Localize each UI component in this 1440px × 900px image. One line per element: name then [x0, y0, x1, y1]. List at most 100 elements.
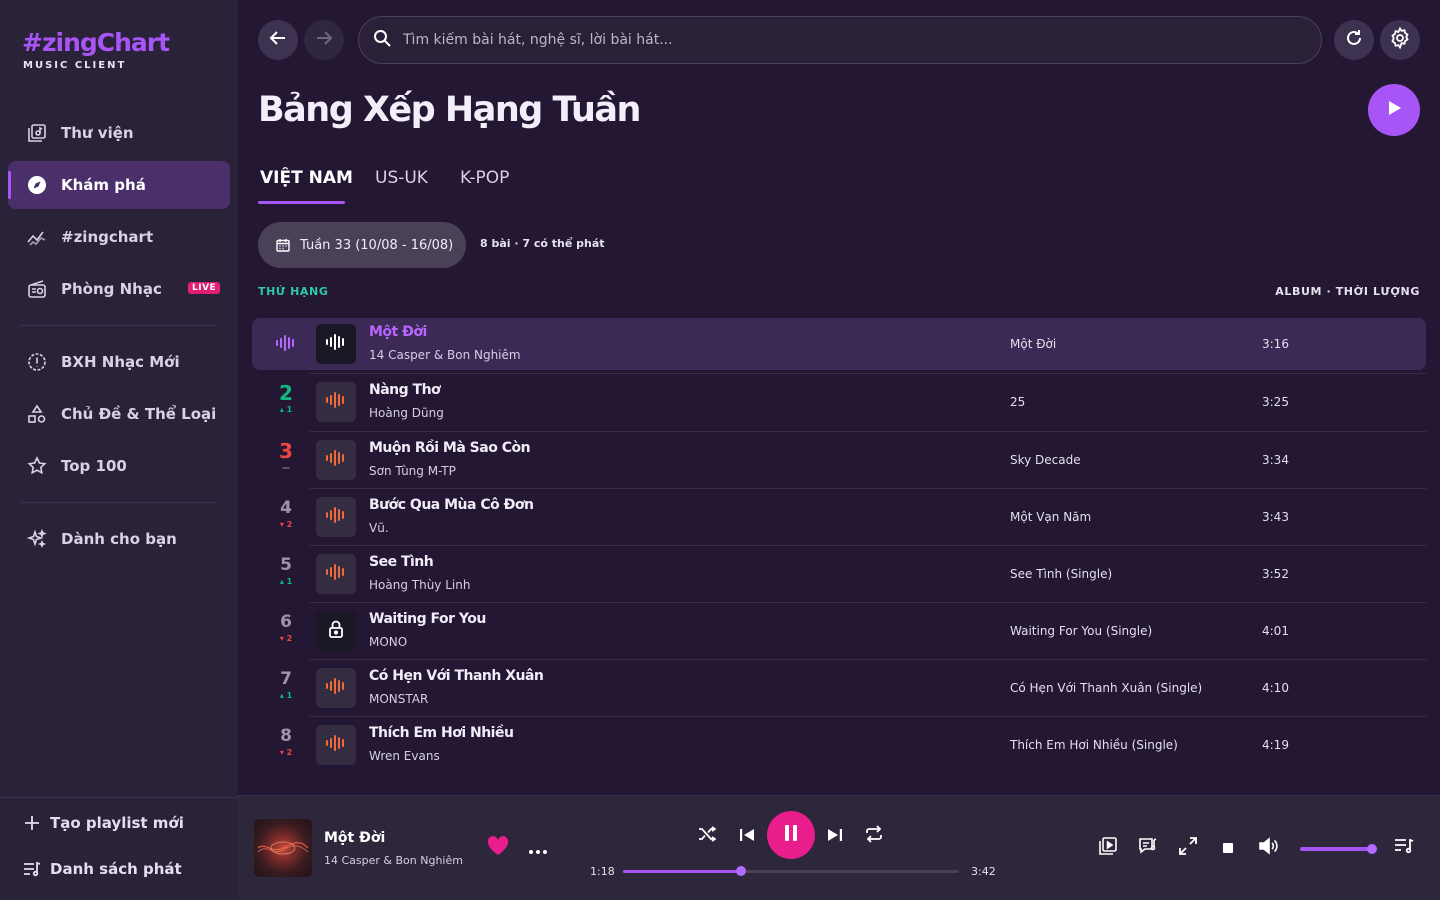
back-button[interactable]: [258, 20, 298, 60]
song-title[interactable]: Bước Qua Mùa Cô Đơn: [369, 497, 534, 513]
forward-button[interactable]: [304, 20, 344, 60]
song-artist[interactable]: MONO: [369, 635, 407, 649]
song-artist[interactable]: Wren Evans: [369, 749, 440, 763]
rank-number: 4: [280, 498, 292, 518]
sidebar-item-for-you[interactable]: Dành cho bạn: [8, 515, 230, 563]
song-row[interactable]: Một Đời 14 Casper & Bon Nghiêm Một Đời 3:16: [252, 318, 1426, 370]
song-thumbnail[interactable]: [316, 440, 356, 480]
volume-slider[interactable]: [1300, 844, 1378, 854]
tab-kpop[interactable]: K-POP: [460, 168, 509, 188]
song-title[interactable]: Thích Em Hơi Nhiều: [369, 725, 514, 741]
song-thumbnail[interactable]: [316, 554, 356, 594]
repeat-button[interactable]: [862, 824, 886, 848]
mv-button[interactable]: [1096, 836, 1120, 860]
song-album[interactable]: Có Hẹn Với Thanh Xuân (Single): [1010, 681, 1202, 695]
sidebar-item-library[interactable]: Thư viện: [8, 109, 230, 157]
week-selector[interactable]: Tuần 33 (10/08 - 16/08): [258, 222, 466, 268]
song-title[interactable]: Muộn Rồi Mà Sao Còn: [369, 440, 531, 456]
sidebar-item-new-chart[interactable]: BXH Nhạc Mới: [8, 338, 230, 386]
now-playing-title[interactable]: Một Đời: [324, 830, 385, 846]
song-album[interactable]: Một Vạn Năm: [1010, 510, 1091, 524]
lyrics-icon: [1138, 836, 1158, 860]
equalizer-icon: [326, 333, 346, 355]
song-artist[interactable]: Vũ.: [369, 521, 389, 535]
song-album[interactable]: 25: [1010, 395, 1025, 409]
lyrics-button[interactable]: [1136, 836, 1160, 860]
song-row[interactable]: 6 ▾ 2 Waiting For You MONO Waiting For You (…: [252, 605, 1426, 657]
sidebar-item-discover[interactable]: Khám phá: [8, 161, 230, 209]
refresh-button[interactable]: [1334, 20, 1374, 60]
song-thumbnail[interactable]: [316, 725, 356, 765]
song-artist[interactable]: 14 Casper & Bon Nghiêm: [369, 348, 521, 362]
pause-button[interactable]: [767, 811, 815, 859]
tab-vietnam[interactable]: VIỆT NAM: [260, 168, 353, 188]
sidebar-item-radio[interactable]: Phòng Nhạc LIVE: [8, 265, 230, 313]
audio-wave-icon: [326, 734, 346, 756]
volume-icon: [1258, 837, 1278, 859]
more-button[interactable]: [526, 836, 550, 860]
search-icon: [373, 29, 391, 51]
settings-button[interactable]: [1380, 20, 1420, 60]
sidebar-divider: [20, 502, 218, 503]
shuffle-button[interactable]: [695, 824, 719, 848]
song-duration: 4:19: [1262, 738, 1289, 752]
song-album[interactable]: Sky Decade: [1010, 453, 1081, 467]
like-button[interactable]: [486, 836, 510, 860]
song-row[interactable]: 8 ▾ 2 Thích Em Hơi Nhiều Wren Evans Thích Em…: [252, 719, 1426, 771]
song-title[interactable]: Waiting For You: [369, 611, 486, 627]
queue-button[interactable]: [1392, 836, 1416, 860]
stop-button[interactable]: [1216, 836, 1240, 860]
fullscreen-button[interactable]: [1176, 836, 1200, 860]
song-album[interactable]: Thích Em Hơi Nhiều (Single): [1010, 738, 1178, 752]
logo[interactable]: #zingChart MUSIC CLIENT: [22, 28, 170, 71]
search-bar[interactable]: [358, 16, 1322, 64]
song-title[interactable]: Có Hẹn Với Thanh Xuân: [369, 668, 544, 684]
rank: 3—: [274, 440, 298, 474]
song-thumbnail[interactable]: [316, 382, 356, 422]
song-album[interactable]: Một Đời: [1010, 337, 1056, 351]
audio-wave-icon: [326, 391, 346, 413]
song-title[interactable]: Một Đời: [369, 324, 427, 340]
song-row[interactable]: 4 ▾ 2 Bước Qua Mùa Cô Đơn Vũ. Một Vạn Năm 3:4…: [252, 491, 1426, 543]
playlist-button[interactable]: Danh sách phát: [22, 858, 182, 880]
previous-button[interactable]: [735, 824, 759, 848]
rank-number: 7: [280, 669, 292, 689]
song-duration: 3:25: [1262, 395, 1289, 409]
volume-handle[interactable]: [1367, 844, 1378, 854]
song-thumbnail[interactable]: [316, 611, 356, 651]
now-playing-cover[interactable]: [254, 819, 312, 877]
now-playing-artist[interactable]: 14 Casper & Bon Nghiêm: [324, 854, 463, 867]
song-thumbnail[interactable]: [316, 324, 356, 364]
tab-indicator: [258, 201, 345, 204]
player-bar: Một Đời 14 Casper & Bon Nghiêm 1:18 3:42: [238, 795, 1440, 900]
song-title[interactable]: Nàng Thơ: [369, 382, 441, 398]
play-icon: [1384, 98, 1404, 122]
sidebar-item-top100[interactable]: Top 100: [8, 442, 230, 490]
next-button[interactable]: [823, 824, 847, 848]
song-thumbnail[interactable]: [316, 668, 356, 708]
song-row[interactable]: 2 ▴ 1 Nàng Thơ Hoàng Dũng 25 3:25: [252, 376, 1426, 428]
song-artist[interactable]: Sơn Tùng M-TP: [369, 464, 456, 478]
song-album[interactable]: See Tình (Single): [1010, 567, 1112, 581]
song-thumbnail[interactable]: [316, 497, 356, 537]
song-artist[interactable]: Hoàng Dũng: [369, 406, 444, 420]
elapsed-time: 1:18: [590, 865, 615, 878]
tab-us-uk[interactable]: US-UK: [375, 168, 428, 188]
sidebar-item-zingchart[interactable]: #zingchart: [8, 213, 230, 261]
song-artist[interactable]: Hoàng Thùy Linh: [369, 578, 470, 592]
sidebar-item-genres[interactable]: Chủ Đề & Thể Loại: [8, 390, 230, 438]
song-title[interactable]: See Tình: [369, 554, 434, 570]
song-row[interactable]: 3— Muộn Rồi Mà Sao Còn Sơn Tùng M-TP Sky De…: [252, 434, 1426, 486]
song-artist[interactable]: MONSTAR: [369, 692, 428, 706]
progress-handle[interactable]: [735, 866, 746, 876]
rank-number: 2: [279, 381, 293, 405]
new-playlist-button[interactable]: Tạo playlist mới: [22, 812, 184, 834]
song-row[interactable]: 7 ▴ 1 Có Hẹn Với Thanh Xuân MONSTAR Có Hẹn V…: [252, 662, 1426, 714]
song-row[interactable]: 5 ▴ 1 See Tình Hoàng Thùy Linh See Tình (Sin…: [252, 548, 1426, 600]
sidebar-item-label: Thư viện: [61, 124, 134, 142]
play-all-button[interactable]: [1368, 84, 1420, 136]
song-album[interactable]: Waiting For You (Single): [1010, 624, 1152, 638]
search-input[interactable]: [403, 32, 1283, 48]
progress-bar[interactable]: [623, 866, 959, 876]
volume-button[interactable]: [1256, 836, 1280, 860]
